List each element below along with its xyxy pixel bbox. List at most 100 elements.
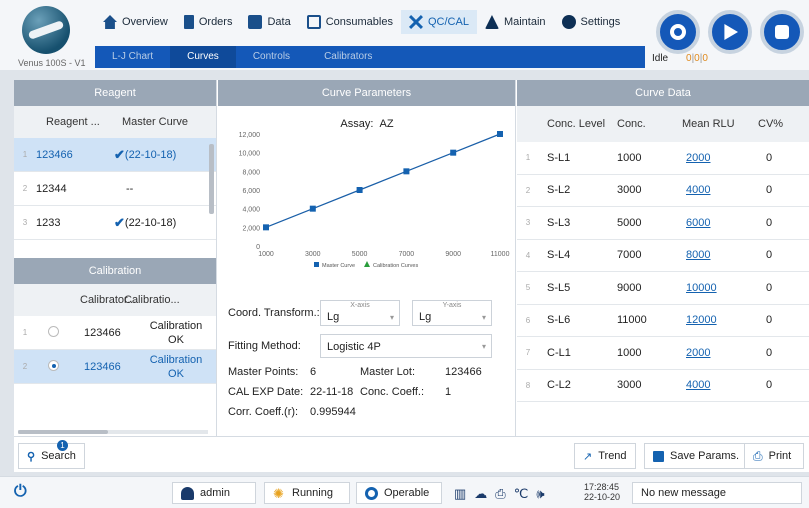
curve-data-row[interactable]: 7 C-L1 1000 2000 0 [517,337,809,370]
cv-cell: 0 [766,281,773,294]
header: Venus 100S - V1 Overview Orders Data Con… [0,0,809,70]
mean-rlu-link[interactable]: 8000 [672,249,750,261]
reset-button[interactable] [656,10,700,54]
nav-overview[interactable]: Overview [95,10,176,34]
nav-data[interactable]: Data [240,10,298,34]
calibration-row[interactable]: 1 123466 Calibration OK [14,316,216,350]
calibration-table-header: Calibrator... Calibratio... [14,284,216,316]
master-points-value: 6 [310,366,317,378]
mean-rlu-link[interactable]: 6000 [672,217,750,229]
col-reagent[interactable]: Reagent ... [14,116,104,128]
curve-data-title: Curve Data [517,80,809,106]
conc-level-cell: S-L5 [547,281,571,294]
col-calibration-status[interactable]: Calibratio... [124,294,214,306]
curve-data-row[interactable]: 6 S-L6 11000 12000 0 [517,305,809,337]
conc-level-cell: C-L1 [547,346,571,359]
reagent-scrollbar[interactable] [209,144,214,214]
nav-orders[interactable]: Orders [176,10,241,34]
tab-curves[interactable]: Curves [170,46,236,68]
play-icon [724,24,738,40]
tab-calibrators[interactable]: Calibrators [307,46,389,68]
nav-settings[interactable]: Settings [554,10,629,34]
curve-data-row[interactable]: 4 S-L4 7000 8000 0 [517,240,809,272]
nav-consumables[interactable]: Consumables [299,10,401,34]
trend-icon: ↗ [583,450,593,463]
conc-cell: 9000 [617,281,642,294]
running-status: ✺ Running [264,482,350,504]
footer-status-bar: ⏻ admin ✺ Running Operable ▥ ☁ ⎙ ℃ 🕪 17:… [0,476,809,508]
reagent-row[interactable]: 3 1233 ✔ (22-10-18) [14,206,216,240]
curve-data-row[interactable]: 2 S-L2 3000 4000 0 [517,175,809,207]
nav-qc-cal[interactable]: QC/CAL [400,10,477,34]
settings-icon [561,15,576,29]
clock: 17:28:45 22-10-20 [584,482,621,502]
conc-cell: 5000 [617,216,642,229]
curve-chart: 0 2,000 4,000 6,000 8,000 10,000 12,000 1000 300… [218,106,516,296]
message-box[interactable]: No new message [632,482,802,504]
power-icon[interactable]: ⏻ [14,483,27,501]
conc-level-cell: C-L2 [547,379,571,392]
data-icon [248,15,263,29]
data-point [356,187,363,193]
mean-rlu-link[interactable]: 2000 [672,152,750,164]
reagent-row[interactable]: 1 123466 ✔ (22-10-18) [14,138,216,172]
curve-data-list: 1 S-L1 1000 2000 0 2 S-L2 3000 4000 0 3 S-L3 5000 600… [517,142,809,402]
stop-button[interactable] [760,10,804,54]
curve-parameters-panel: Curve Parameters Assay: AZ 0 2,000 4,000 6,… [218,80,516,436]
user-icon [181,486,194,500]
reagent-panel-title: Reagent [14,80,216,106]
conc-cell: 11000 [617,314,647,327]
user-box[interactable]: admin [172,482,256,504]
conc-cell: 3000 [617,379,642,392]
print-button[interactable]: ⎙ Print [744,443,804,469]
trend-button[interactable]: ↗ Trend [574,443,636,469]
printer-icon: ⎙ [495,486,506,501]
reagent-row[interactable]: 2 12344 -- [14,172,216,206]
row-index: 6 [525,315,531,325]
mean-rlu-link[interactable]: 4000 [672,379,750,391]
mean-rlu-link[interactable]: 2000 [672,347,750,359]
fitting-method-select[interactable]: Logistic 4P ▾ [320,334,492,358]
search-button[interactable]: ⚲ Search 1 [18,440,85,469]
cal-exp-value: 22-11-18 [310,386,354,398]
col-calibrator[interactable]: Calibrator... [14,294,136,306]
running-icon: ✺ [273,485,284,501]
curve-data-row[interactable]: 5 S-L5 9000 10000 0 [517,272,809,305]
consumables-icon [306,15,321,29]
master-curve-line [265,133,501,228]
chevron-down-icon: ▾ [389,313,394,322]
calibration-row[interactable]: 2 123466 Calibration OK [14,350,216,384]
curve-data-row[interactable]: 8 C-L2 3000 4000 0 [517,370,809,402]
tab-controls[interactable]: Controls [236,46,307,68]
x-tick-label: 1000 [258,251,274,258]
conc-level-cell: S-L2 [547,184,571,197]
x-axis-select[interactable]: X-axis Lg ▾ [320,300,400,326]
curve-params-form: Coord. Transform.: X-axis Lg ▾ Y-axis Lg… [228,296,513,422]
curve-data-panel: Curve Data Conc. Level Conc. Mean RLU CV… [517,80,809,436]
mean-rlu-link[interactable]: 12000 [672,314,750,326]
data-point [309,205,316,212]
nav-maintain[interactable]: Maintain [477,10,554,34]
mean-rlu-link[interactable]: 10000 [672,282,750,294]
conc-cell: 1000 [617,346,642,359]
cv-cell: 0 [766,151,773,164]
row-index: 1 [525,153,531,163]
start-button[interactable] [708,10,752,54]
select-radio[interactable] [48,359,59,371]
curve-data-row[interactable]: 3 S-L3 5000 6000 0 [517,207,809,240]
conc-coeff-value: 1 [445,386,452,398]
tab-lj-chart[interactable]: L-J Chart [95,46,170,68]
legend-calibration-label: Calibration Curves [373,263,418,269]
cv-cell: 0 [766,346,773,359]
save-params-button[interactable]: Save Params. [644,443,749,469]
reagent-table-header: Reagent ... Master Curve [14,106,216,138]
curve-data-row[interactable]: 1 S-L1 1000 2000 0 [517,142,809,175]
select-radio[interactable] [48,325,59,337]
calibration-hscrollbar[interactable] [18,430,208,434]
corr-coeff-value: 0.995944 [310,406,356,418]
sub-tabs: L-J Chart Curves Controls Calibrators [95,46,645,68]
y-axis-select[interactable]: Y-axis Lg ▾ [412,300,492,326]
mean-rlu-link[interactable]: 4000 [672,184,750,196]
x-tick-label: 9000 [445,251,461,258]
col-master-curve[interactable]: Master Curve [104,116,204,128]
